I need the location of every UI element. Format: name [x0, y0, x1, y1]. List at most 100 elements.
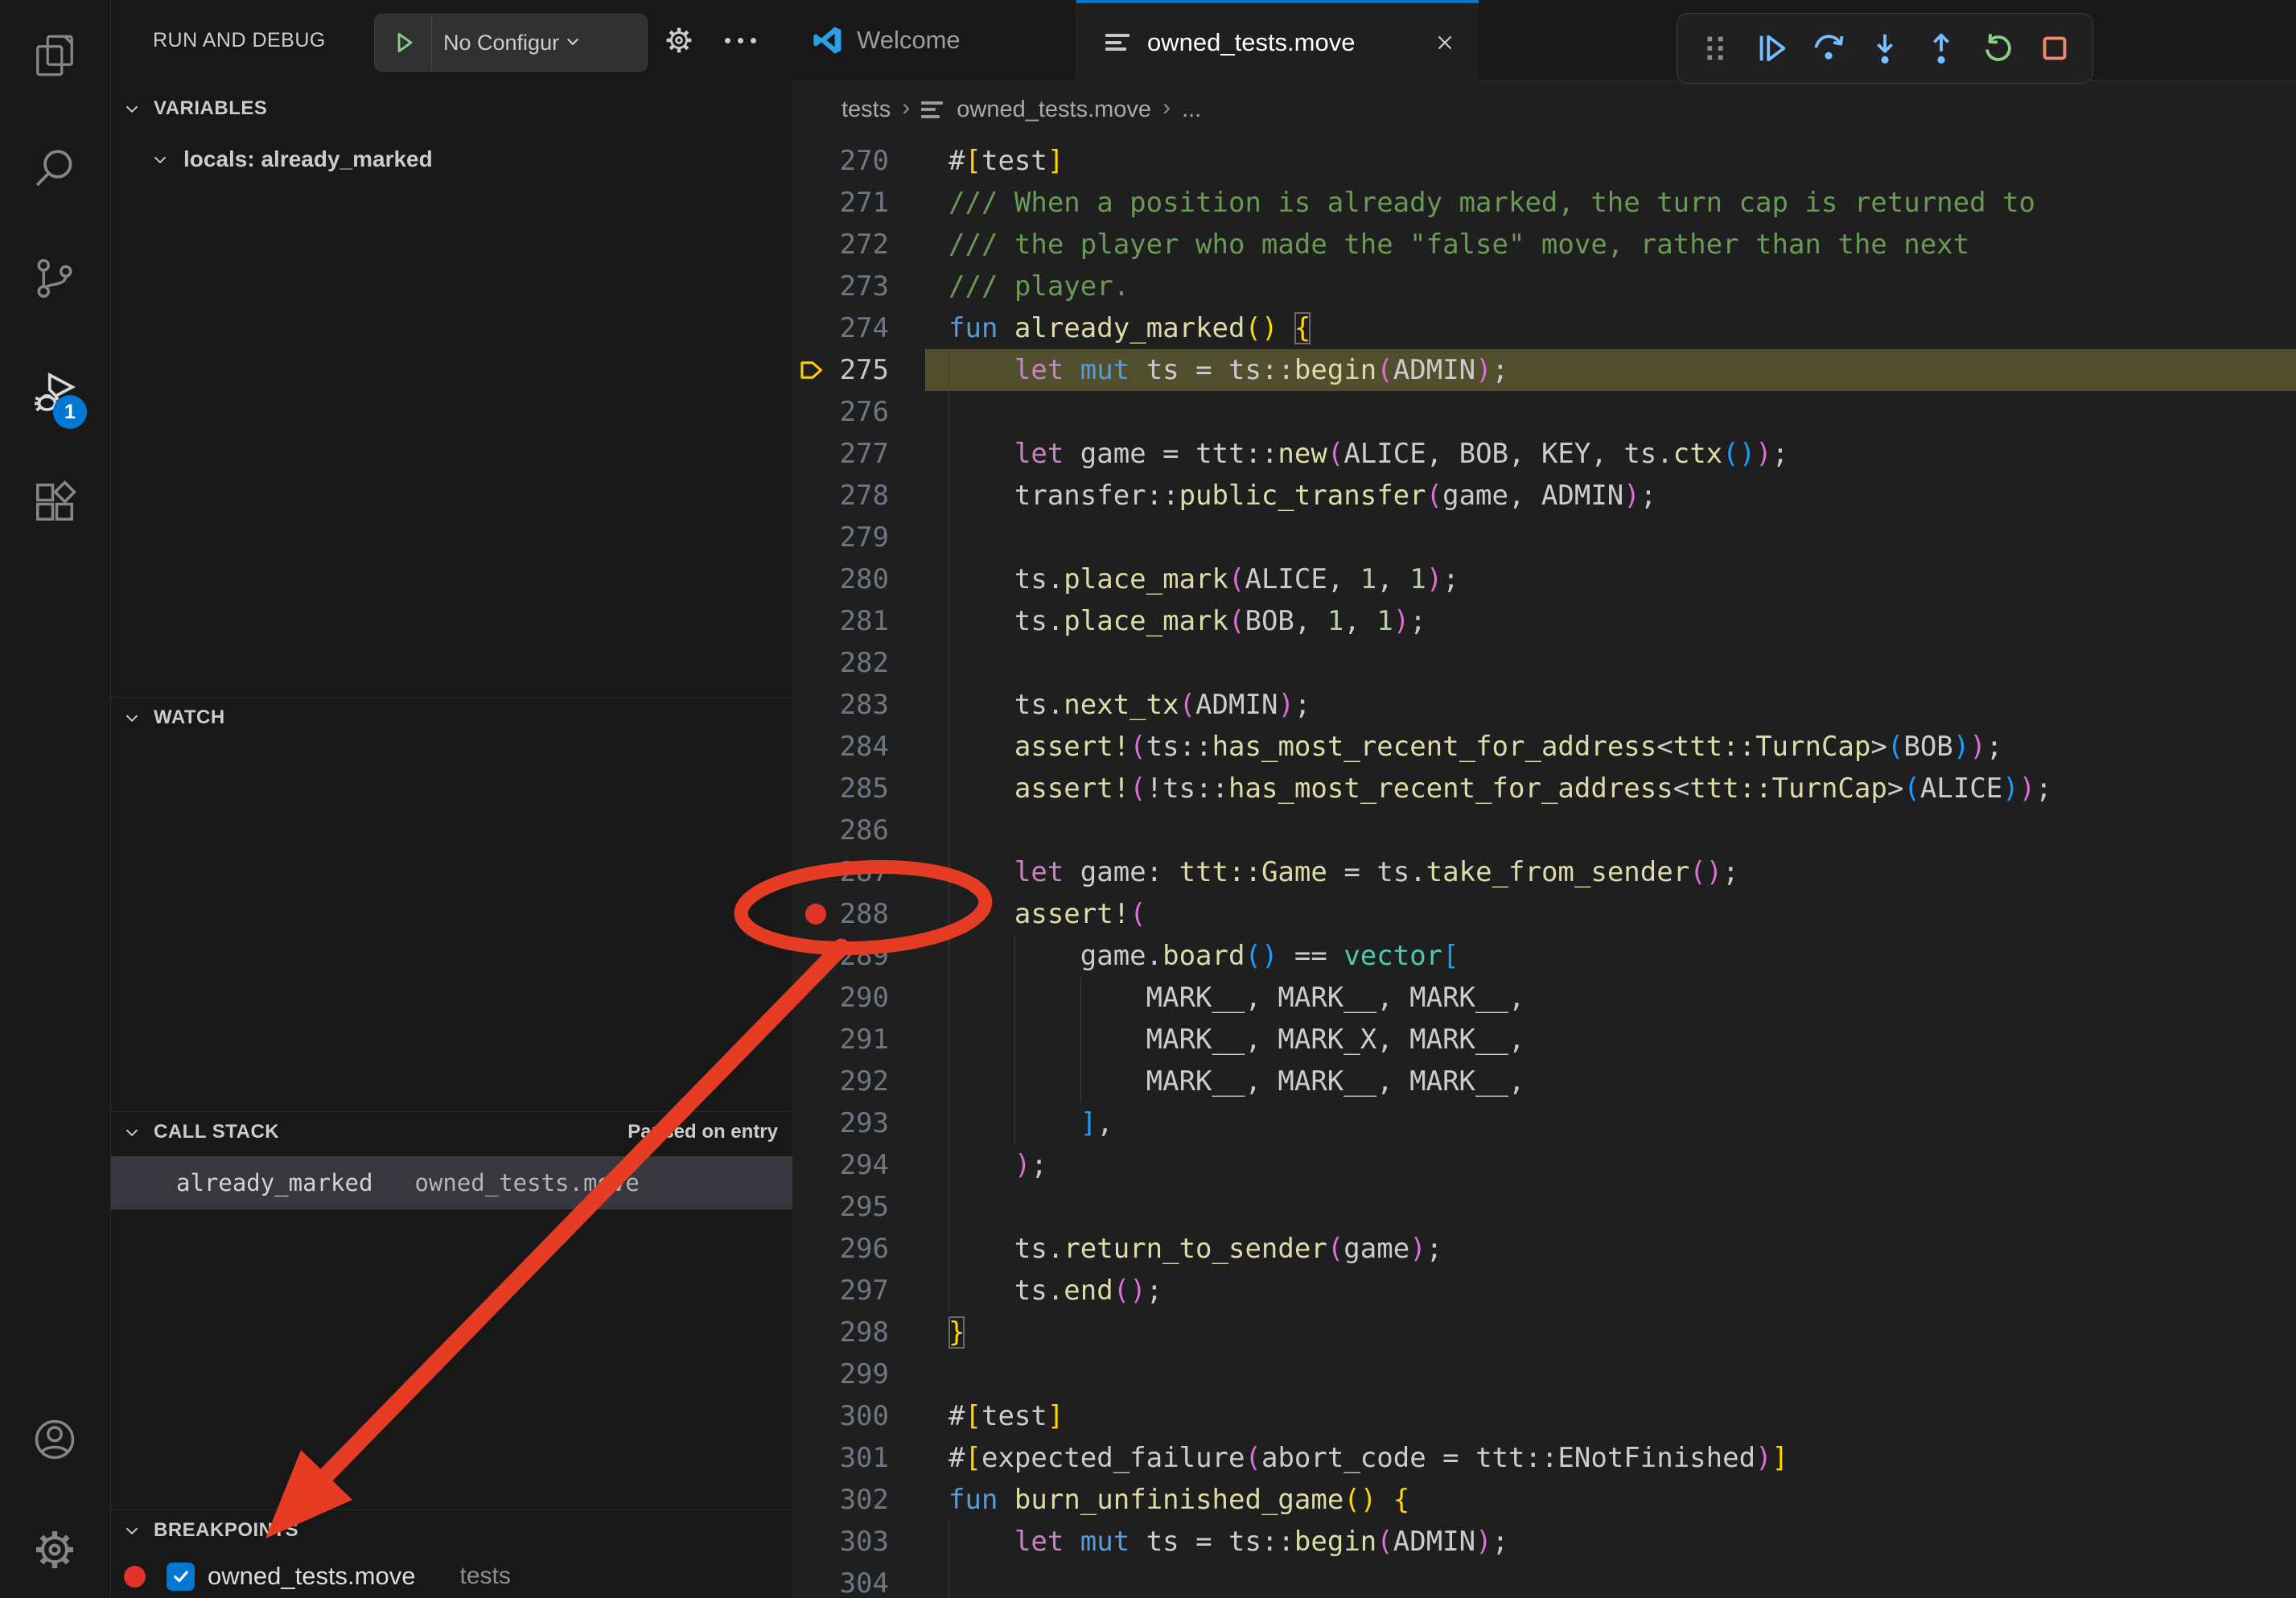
gutter[interactable]: 274 — [792, 307, 925, 349]
breakpoint-row[interactable]: owned_tests.move tests 288 — [111, 1555, 792, 1598]
call-stack-section-header[interactable]: CALL STACK Paused on entry — [111, 1112, 792, 1152]
gutter[interactable]: 275 — [792, 349, 925, 391]
stop-icon[interactable] — [2036, 30, 2073, 67]
gutter[interactable]: 283 — [792, 684, 925, 726]
gutter[interactable]: 281 — [792, 600, 925, 642]
breakpoint-checkbox[interactable] — [167, 1563, 195, 1591]
gutter[interactable]: 270 — [792, 140, 925, 182]
code-line-271[interactable]: 271/// When a position is already marked… — [792, 182, 2296, 224]
code-line-303[interactable]: 303 let mut ts = ts::begin(ADMIN); — [792, 1521, 2296, 1563]
gutter[interactable]: 276 — [792, 391, 925, 433]
gutter[interactable]: 288 — [792, 893, 925, 935]
code-line-302[interactable]: 302fun burn_unfinished_game() { — [792, 1479, 2296, 1521]
gutter[interactable]: 289 — [792, 935, 925, 977]
code-line-282[interactable]: 282 — [792, 642, 2296, 684]
code-line-274[interactable]: 274fun already_marked() { — [792, 307, 2296, 349]
gutter[interactable]: 292 — [792, 1061, 925, 1102]
code-line-293[interactable]: 293 ], — [792, 1102, 2296, 1144]
gutter[interactable]: 285 — [792, 768, 925, 809]
code-line-275[interactable]: 275 let mut ts = ts::begin(ADMIN); — [792, 349, 2296, 391]
gutter[interactable]: 273 — [792, 266, 925, 307]
code-line-270[interactable]: 270#[test] — [792, 140, 2296, 182]
gutter[interactable]: 291 — [792, 1019, 925, 1061]
code-line-297[interactable]: 297 ts.end(); — [792, 1270, 2296, 1312]
gutter[interactable]: 272 — [792, 224, 925, 266]
more-actions-icon[interactable] — [722, 23, 758, 58]
code-line-288[interactable]: 288 assert!( — [792, 893, 2296, 935]
drag-handle-icon[interactable] — [1697, 30, 1734, 67]
code-line-277[interactable]: 277 let game = ttt::new(ALICE, BOB, KEY,… — [792, 433, 2296, 475]
code-line-286[interactable]: 286 — [792, 809, 2296, 851]
code-line-281[interactable]: 281 ts.place_mark(BOB, 1, 1); — [792, 600, 2296, 642]
breadcrumb-folder[interactable]: tests — [841, 97, 891, 123]
search-icon[interactable] — [31, 144, 79, 192]
extensions-icon[interactable] — [31, 478, 79, 526]
gutter[interactable]: 295 — [792, 1186, 925, 1228]
code-line-289[interactable]: 289 game.board() == vector[ — [792, 935, 2296, 977]
gutter[interactable]: 293 — [792, 1102, 925, 1144]
code-line-285[interactable]: 285 assert!(!ts::has_most_recent_for_add… — [792, 768, 2296, 809]
code-line-273[interactable]: 273/// player. — [792, 266, 2296, 307]
locals-scope-row[interactable]: locals: already_marked — [150, 138, 433, 180]
code-line-284[interactable]: 284 assert!(ts::has_most_recent_for_addr… — [792, 726, 2296, 768]
gutter[interactable]: 294 — [792, 1144, 925, 1186]
watch-section-header[interactable]: WATCH — [111, 698, 792, 738]
code-line-304[interactable]: 304 — [792, 1563, 2296, 1598]
gutter[interactable]: 304 — [792, 1563, 925, 1598]
gutter[interactable]: 278 — [792, 475, 925, 517]
continue-icon[interactable] — [1753, 30, 1790, 67]
gutter[interactable]: 297 — [792, 1270, 925, 1312]
code-line-299[interactable]: 299 — [792, 1353, 2296, 1395]
gutter[interactable]: 298 — [792, 1312, 925, 1353]
call-stack-frame-row[interactable]: already_marked owned_tests.move 275 — [111, 1156, 792, 1209]
code-line-298[interactable]: 298} — [792, 1312, 2296, 1353]
gutter[interactable]: 279 — [792, 517, 925, 558]
code-line-276[interactable]: 276 — [792, 391, 2296, 433]
gutter[interactable]: 271 — [792, 182, 925, 224]
code-line-287[interactable]: 287 let game: ttt::Game = ts.take_from_s… — [792, 851, 2296, 893]
breadcrumb-file[interactable]: owned_tests.move — [957, 97, 1151, 123]
gutter[interactable]: 287 — [792, 851, 925, 893]
breadcrumb-more[interactable]: ... — [1182, 97, 1201, 123]
code-line-294[interactable]: 294 ); — [792, 1144, 2296, 1186]
breakpoints-section-header[interactable]: BREAKPOINTS — [111, 1510, 792, 1551]
step-out-icon[interactable] — [1923, 30, 1960, 67]
debug-config-dropdown[interactable]: No Configur — [374, 14, 648, 72]
code-line-291[interactable]: 291 MARK__, MARK_X, MARK__, — [792, 1019, 2296, 1061]
code-line-301[interactable]: 301#[expected_failure(abort_code = ttt::… — [792, 1437, 2296, 1479]
gutter[interactable]: 280 — [792, 558, 925, 600]
debug-settings-gear-icon[interactable] — [661, 23, 697, 58]
source-control-icon[interactable] — [31, 254, 79, 303]
code-line-292[interactable]: 292 MARK__, MARK__, MARK__, — [792, 1061, 2296, 1102]
gutter[interactable]: 302 — [792, 1479, 925, 1521]
code-line-280[interactable]: 280 ts.place_mark(ALICE, 1, 1); — [792, 558, 2296, 600]
step-into-icon[interactable] — [1866, 30, 1903, 67]
start-debug-icon[interactable] — [375, 14, 432, 71]
breakpoint-dot-icon[interactable] — [805, 904, 826, 925]
gutter[interactable]: 277 — [792, 433, 925, 475]
code-line-296[interactable]: 296 ts.return_to_sender(game); — [792, 1228, 2296, 1270]
gutter[interactable]: 301 — [792, 1437, 925, 1479]
gutter[interactable]: 290 — [792, 977, 925, 1019]
code-line-283[interactable]: 283 ts.next_tx(ADMIN); — [792, 684, 2296, 726]
gutter[interactable]: 282 — [792, 642, 925, 684]
code-line-300[interactable]: 300#[test] — [792, 1395, 2296, 1437]
restart-icon[interactable] — [1980, 30, 2017, 67]
gutter[interactable]: 303 — [792, 1521, 925, 1563]
gutter[interactable]: 300 — [792, 1395, 925, 1437]
code-line-278[interactable]: 278 transfer::public_transfer(game, ADMI… — [792, 475, 2296, 517]
explorer-icon[interactable] — [31, 31, 79, 80]
gutter[interactable]: 286 — [792, 809, 925, 851]
step-over-icon[interactable] — [1810, 30, 1847, 67]
code-line-290[interactable]: 290 MARK__, MARK__, MARK__, — [792, 977, 2296, 1019]
gutter[interactable]: 299 — [792, 1353, 925, 1395]
close-icon[interactable] — [1430, 28, 1459, 57]
code-line-295[interactable]: 295 — [792, 1186, 2296, 1228]
variables-section-header[interactable]: VARIABLES — [111, 89, 792, 129]
code-line-272[interactable]: 272/// the player who made the "false" m… — [792, 224, 2296, 266]
settings-gear-icon[interactable] — [31, 1526, 79, 1574]
tab-owned-tests[interactable]: owned_tests.move — [1076, 0, 1479, 81]
gutter[interactable]: 284 — [792, 726, 925, 768]
code-line-279[interactable]: 279 — [792, 517, 2296, 558]
code-editor[interactable]: 270#[test]271/// When a position is alre… — [792, 138, 2296, 1598]
